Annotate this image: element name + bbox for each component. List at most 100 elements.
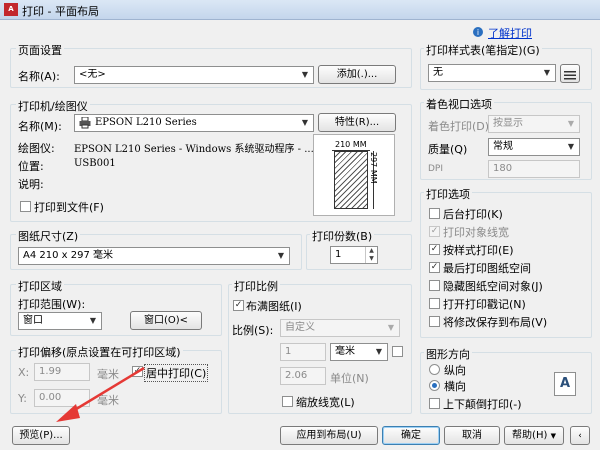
plot-style-dropdown[interactable]: 无 ▼ — [428, 64, 556, 82]
chevron-down-icon: ▼ — [301, 70, 309, 79]
chevron-left-icon: ‹ — [578, 431, 582, 441]
chevron-down-icon: ▼ — [375, 347, 383, 356]
upside-down-label: 上下颠倒打印(-) — [443, 398, 522, 411]
shade-plot-label: 着色打印(D) — [428, 120, 490, 133]
fit-to-paper-checkbox[interactable]: ✓ — [233, 300, 244, 311]
preview-width-label: 210 MM — [335, 140, 367, 149]
scale-lineweights-checkbox[interactable] — [282, 396, 293, 407]
plot-option-background-checkbox[interactable] — [429, 208, 440, 219]
page-setup-name-label: 名称(A): — [18, 70, 60, 83]
scale-lineweights-label: 缩放线宽(L) — [296, 396, 355, 409]
add-page-setup-button[interactable]: 添加(.)... — [318, 65, 396, 84]
chevron-down-icon: ▼ — [550, 432, 556, 440]
quality-label: 质量(Q) — [428, 143, 468, 156]
select-window-button[interactable]: 窗口(O)< — [130, 311, 202, 330]
offset-x-label: X: — [18, 366, 30, 379]
fit-to-paper-label: 布满图纸(I) — [246, 300, 302, 313]
plot-option-lineweights-checkbox[interactable]: ✓ — [429, 226, 440, 237]
plotter-value: EPSON L210 Series - Windows 系统驱动程序 - ... — [74, 144, 314, 155]
chevron-down-icon: ▼ — [543, 68, 551, 77]
chevron-down-icon: ▼ — [89, 316, 97, 325]
page-setup-name-dropdown[interactable]: <无> ▼ — [74, 66, 314, 84]
quality-dropdown[interactable]: 常规 ▼ — [488, 138, 580, 156]
plot-option-save-layout-checkbox[interactable] — [429, 316, 440, 327]
paper-size-dropdown[interactable]: A4 210 x 297 毫米 ▼ — [18, 247, 290, 265]
plot-option-stamp-checkbox[interactable] — [429, 298, 440, 309]
shade-plot-dropdown[interactable]: 按显示 ▼ — [488, 115, 580, 133]
plot-option-paperspace-last-checkbox[interactable]: ✓ — [429, 262, 440, 273]
edit-list-icon — [564, 69, 576, 86]
plot-option-hide-objects-checkbox[interactable] — [429, 280, 440, 291]
chevron-down-icon: ▼ — [567, 142, 575, 151]
plot-option-background-label: 后台打印(K) — [443, 208, 503, 221]
copies-stepper[interactable]: 1 ▲ ▼ — [330, 246, 378, 264]
paper-sheet-hatch — [334, 151, 368, 209]
scale-ratio-dropdown[interactable]: 自定义 ▼ — [280, 319, 400, 337]
chevron-down-icon: ▼ — [567, 119, 575, 128]
svg-text:i: i — [477, 28, 479, 37]
page-setup-heading: 页面设置 — [16, 42, 64, 58]
expand-dialog-button[interactable]: ‹ — [570, 426, 590, 445]
help-button[interactable]: 帮助(H) ▼ — [504, 426, 564, 445]
dpi-input[interactable]: 180 — [488, 160, 580, 178]
printer-properties-button[interactable]: 特性(R)... — [318, 113, 396, 132]
plot-option-paperspace-last-label: 最后打印图纸空间 — [443, 262, 531, 275]
portrait-label: 纵向 — [444, 364, 466, 377]
printer-icon — [79, 116, 91, 131]
autocad-app-icon: A — [4, 3, 18, 16]
center-plot-label: 居中打印(C) — [144, 364, 209, 382]
print-to-file-checkbox[interactable] — [20, 201, 31, 212]
link-scale-lock-icon[interactable] — [392, 346, 403, 357]
spinner-arrows-icon[interactable]: ▲ ▼ — [365, 247, 377, 263]
edit-plot-style-button[interactable] — [560, 64, 580, 83]
plot-option-lineweights-label: 打印对象线宽 — [443, 226, 509, 239]
print-to-file-label: 打印到文件(F) — [34, 201, 104, 214]
ok-button[interactable]: 确定 — [382, 426, 440, 445]
description-label: 说明: — [18, 178, 44, 191]
learn-printing-link[interactable]: 了解打印 — [488, 25, 532, 41]
scale-unit-2-label: 单位(N) — [330, 372, 369, 385]
landscape-radio[interactable] — [429, 380, 440, 391]
plot-scale-heading: 打印比例 — [232, 278, 280, 294]
window-title: 打印 - 平面布局 — [22, 5, 99, 18]
scale-value-1-input[interactable]: 1 — [280, 343, 326, 361]
printer-name-label: 名称(M): — [18, 120, 62, 133]
dpi-label: DPI — [428, 164, 444, 174]
orientation-preview-icon: A — [554, 372, 576, 396]
preview-height-label: 297 MM — [369, 152, 378, 184]
printer-name-dropdown[interactable]: EPSON L210 Series ▼ — [74, 114, 314, 132]
paper-size-heading: 图纸尺寸(Z) — [16, 228, 81, 244]
plot-option-styles-checkbox[interactable]: ✓ — [429, 244, 440, 255]
plot-option-stamp-label: 打开打印戳记(N) — [443, 298, 526, 311]
print-range-dropdown[interactable]: 窗口 ▼ — [18, 312, 102, 330]
plot-option-save-layout-label: 将修改保存到布局(V) — [443, 316, 548, 329]
apply-to-layout-button[interactable]: 应用到布局(U) — [280, 426, 378, 445]
print-offset-heading: 打印偏移(原点设置在可打印区域) — [16, 344, 183, 360]
scale-unit-dropdown[interactable]: 毫米 ▼ — [330, 343, 388, 361]
print-range-label: 打印范围(W): — [18, 298, 86, 311]
scale-value-2-input[interactable]: 2.06 — [280, 367, 326, 385]
location-value: USB001 — [74, 158, 116, 169]
plot-option-hide-objects-label: 隐藏图纸空间对象(J) — [443, 280, 543, 293]
info-icon: i — [472, 26, 488, 38]
print-area-heading: 打印区域 — [16, 278, 64, 294]
plotter-label: 绘图仪: — [18, 142, 55, 155]
offset-y-label: Y: — [18, 392, 27, 405]
chevron-down-icon: ▼ — [301, 118, 309, 127]
location-label: 位置: — [18, 160, 44, 173]
upside-down-checkbox[interactable] — [429, 398, 440, 409]
copies-heading: 打印份数(B) — [310, 228, 375, 244]
portrait-radio[interactable] — [429, 364, 440, 375]
shaded-viewport-heading: 着色视口选项 — [424, 96, 494, 112]
cancel-button[interactable]: 取消 — [444, 426, 500, 445]
orientation-heading: 图形方向 — [424, 346, 472, 362]
chevron-down-icon: ▼ — [387, 323, 395, 332]
printer-heading: 打印机/绘图仪 — [16, 98, 90, 114]
chevron-down-icon: ▼ — [277, 251, 285, 260]
preview-button[interactable]: 预览(P)... — [12, 426, 70, 445]
scale-ratio-label: 比例(S): — [232, 324, 274, 337]
plot-options-heading: 打印选项 — [424, 186, 472, 202]
red-annotation-arrow — [50, 364, 150, 429]
plot-style-heading: 打印样式表(笔指定)(G) — [424, 42, 542, 58]
title-bar[interactable]: A 打印 - 平面布局 — [0, 0, 600, 20]
